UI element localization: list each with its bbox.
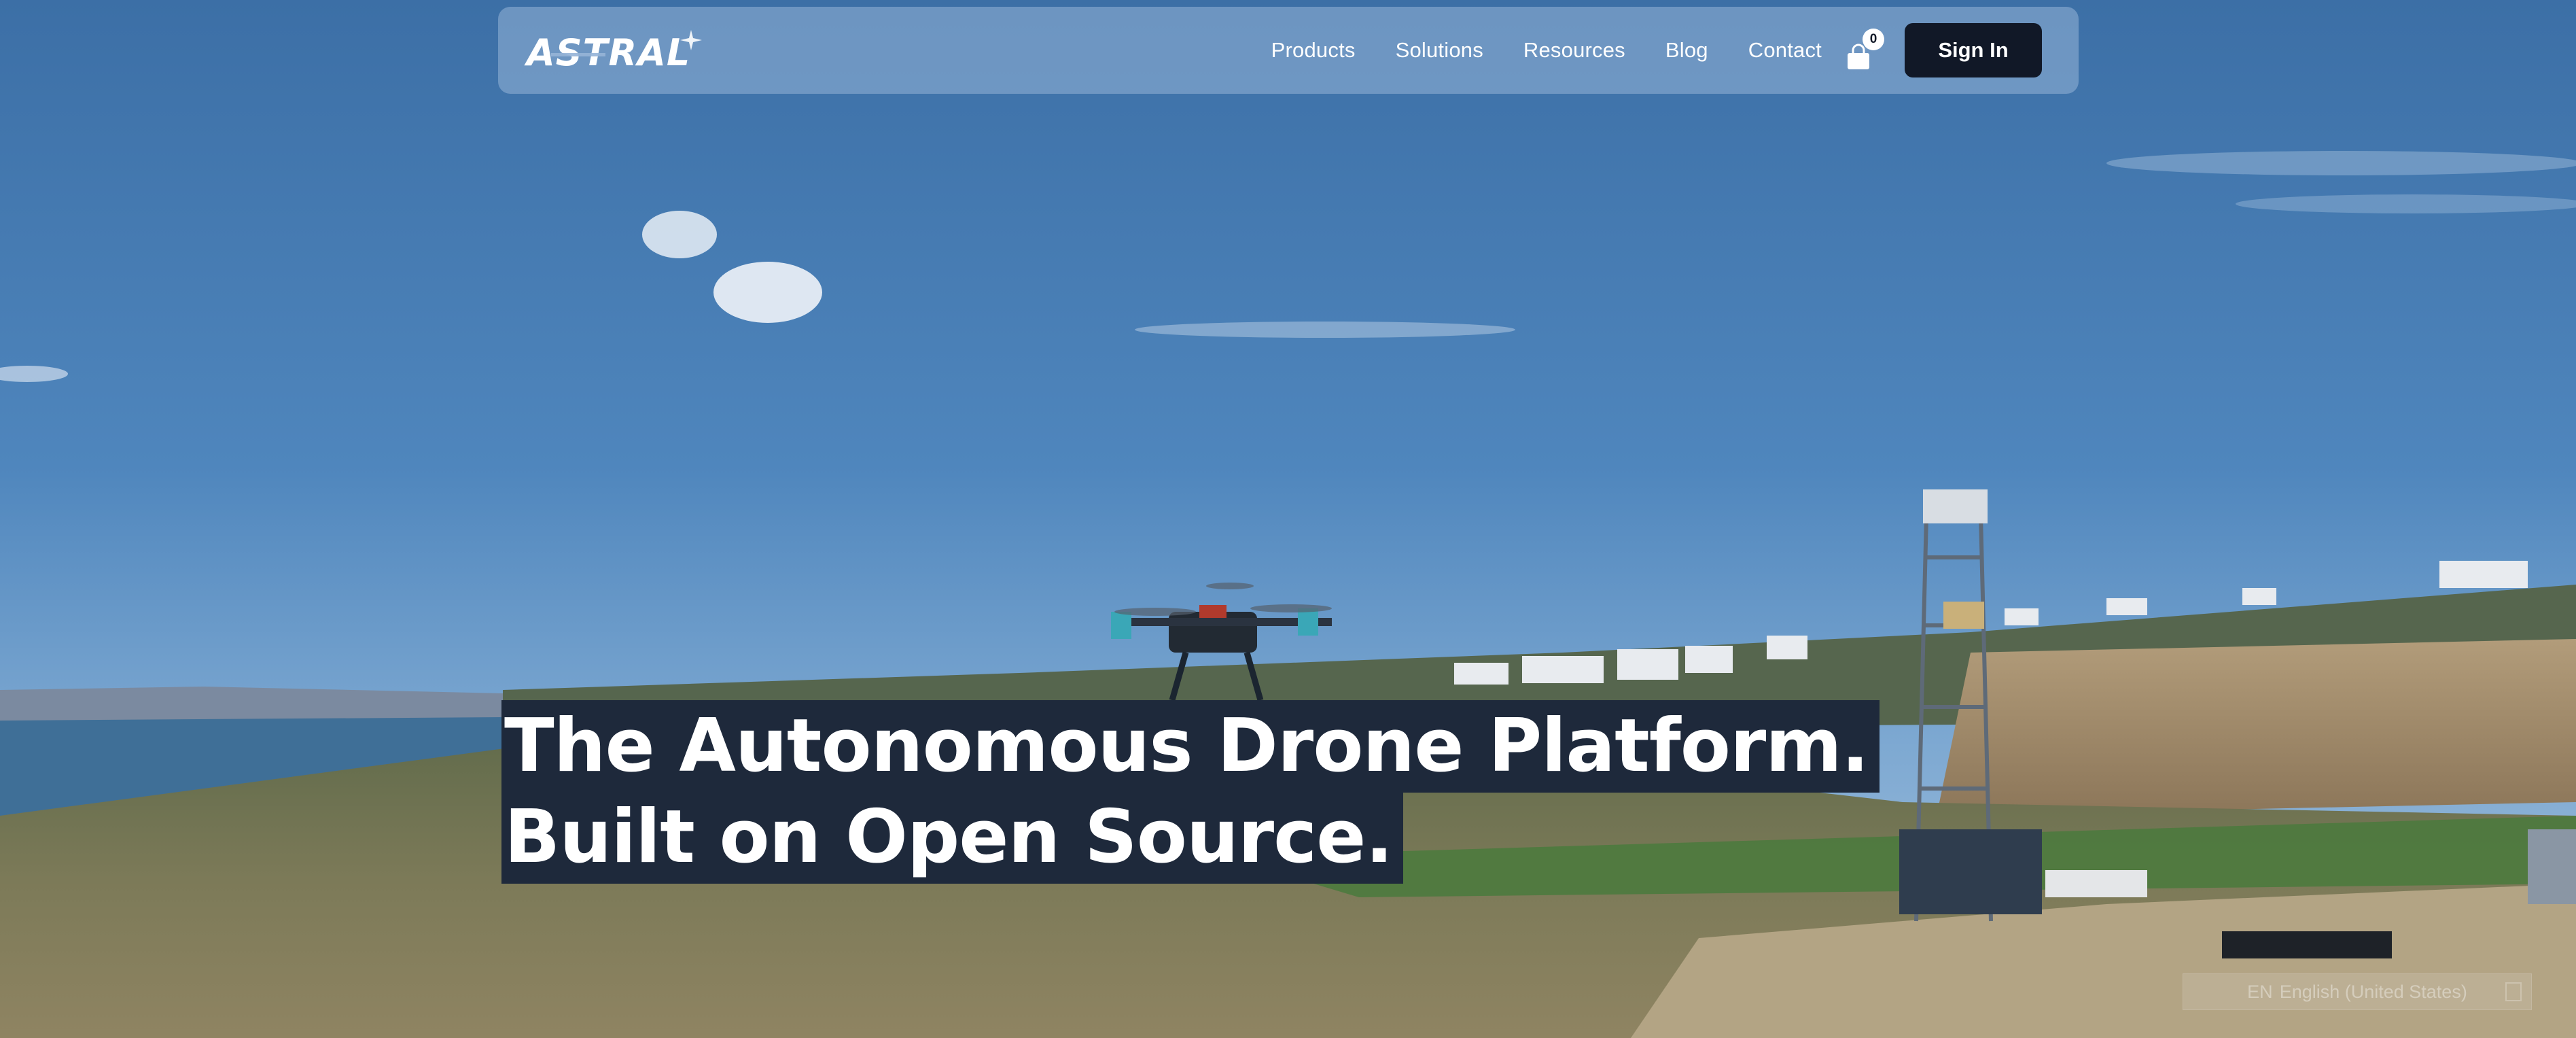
nav-solutions[interactable]: Solutions [1396, 38, 1483, 63]
hero-headline-line-2: Built on Open Source. [501, 791, 1404, 884]
nav-products[interactable]: Products [1271, 38, 1356, 63]
primary-nav: Products Solutions Resources Blog Contac… [1271, 7, 1822, 94]
language-selector[interactable]: EN English (United States) [2183, 973, 2532, 1010]
hero-headline-line-1: The Autonomous Drone Platform. [501, 700, 1880, 793]
expand-icon [2505, 982, 2522, 1001]
top-navbar: ASTRAL Products Solutions Resources Blog… [498, 7, 2079, 94]
sign-in-button[interactable]: Sign In [1905, 23, 2042, 77]
nav-contact[interactable]: Contact [1748, 38, 1822, 63]
nav-resources[interactable]: Resources [1523, 38, 1625, 63]
astral-logo[interactable]: ASTRAL [524, 27, 707, 72]
nav-blog[interactable]: Blog [1665, 38, 1708, 63]
cart-count-badge: 0 [1863, 29, 1884, 50]
language-code: EN [2247, 981, 2273, 1002]
language-name: English (United States) [2279, 981, 2467, 1002]
svg-text:ASTRAL: ASTRAL [524, 31, 690, 72]
cart-button[interactable]: 0 [1841, 29, 1884, 75]
